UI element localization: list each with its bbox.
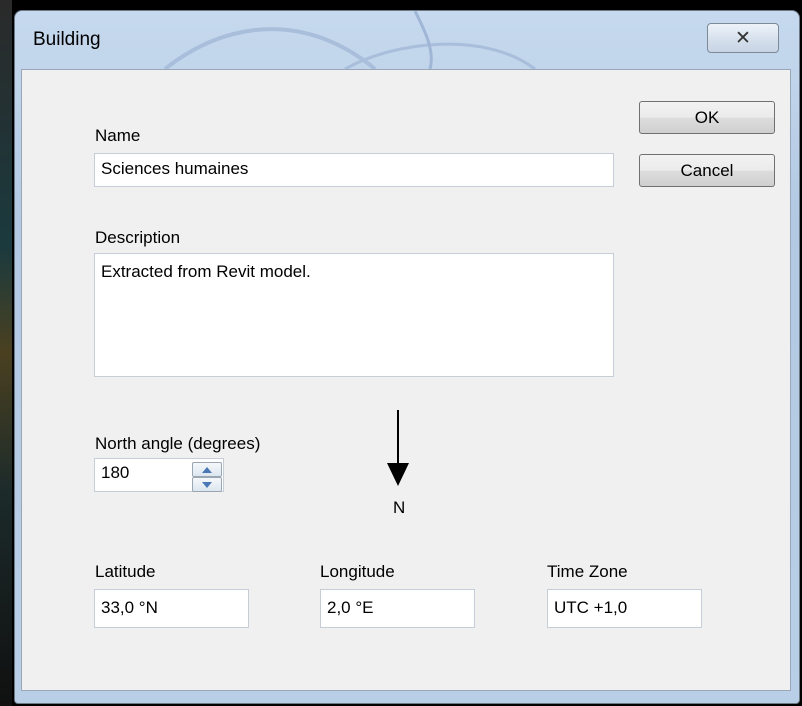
north-arrow-icon — [387, 410, 409, 486]
ok-button[interactable]: OK — [639, 101, 775, 134]
description-label: Description — [95, 228, 181, 247]
title-bar[interactable]: Building ✕ — [15, 11, 799, 69]
dialog-title: Building — [33, 29, 101, 50]
north-angle-label: North angle (degrees) — [95, 434, 261, 453]
name-input[interactable]: Sciences humaines — [94, 153, 614, 187]
name-label: Name — [95, 126, 141, 145]
dialog-body: Name Sciences humaines OK Cancel Descrip… — [21, 69, 791, 691]
description-textarea[interactable]: Extracted from Revit model. — [94, 253, 614, 377]
spin-up-icon — [202, 466, 212, 473]
north-angle-value: 180 — [101, 463, 130, 482]
longitude-label: Longitude — [320, 562, 395, 581]
north-direction-label: N — [393, 498, 406, 517]
close-icon: ✕ — [735, 27, 751, 49]
cancel-button[interactable]: Cancel — [639, 154, 775, 187]
spin-down-icon — [202, 481, 212, 488]
time-zone-input[interactable]: UTC +1,0 — [547, 589, 702, 628]
longitude-input[interactable]: 2,0 °E — [320, 589, 475, 628]
spin-down-button[interactable] — [192, 477, 222, 492]
latitude-label: Latitude — [95, 562, 156, 581]
latitude-input[interactable]: 33,0 °N — [94, 589, 249, 628]
spin-up-button[interactable] — [192, 462, 222, 477]
time-zone-label: Time Zone — [547, 562, 628, 581]
desktop-background — [0, 0, 12, 706]
close-button[interactable]: ✕ — [707, 23, 779, 53]
building-dialog: Building ✕ Name Sciences humaines OK Can… — [14, 10, 800, 704]
titlebar-glass-decoration — [163, 11, 536, 69]
